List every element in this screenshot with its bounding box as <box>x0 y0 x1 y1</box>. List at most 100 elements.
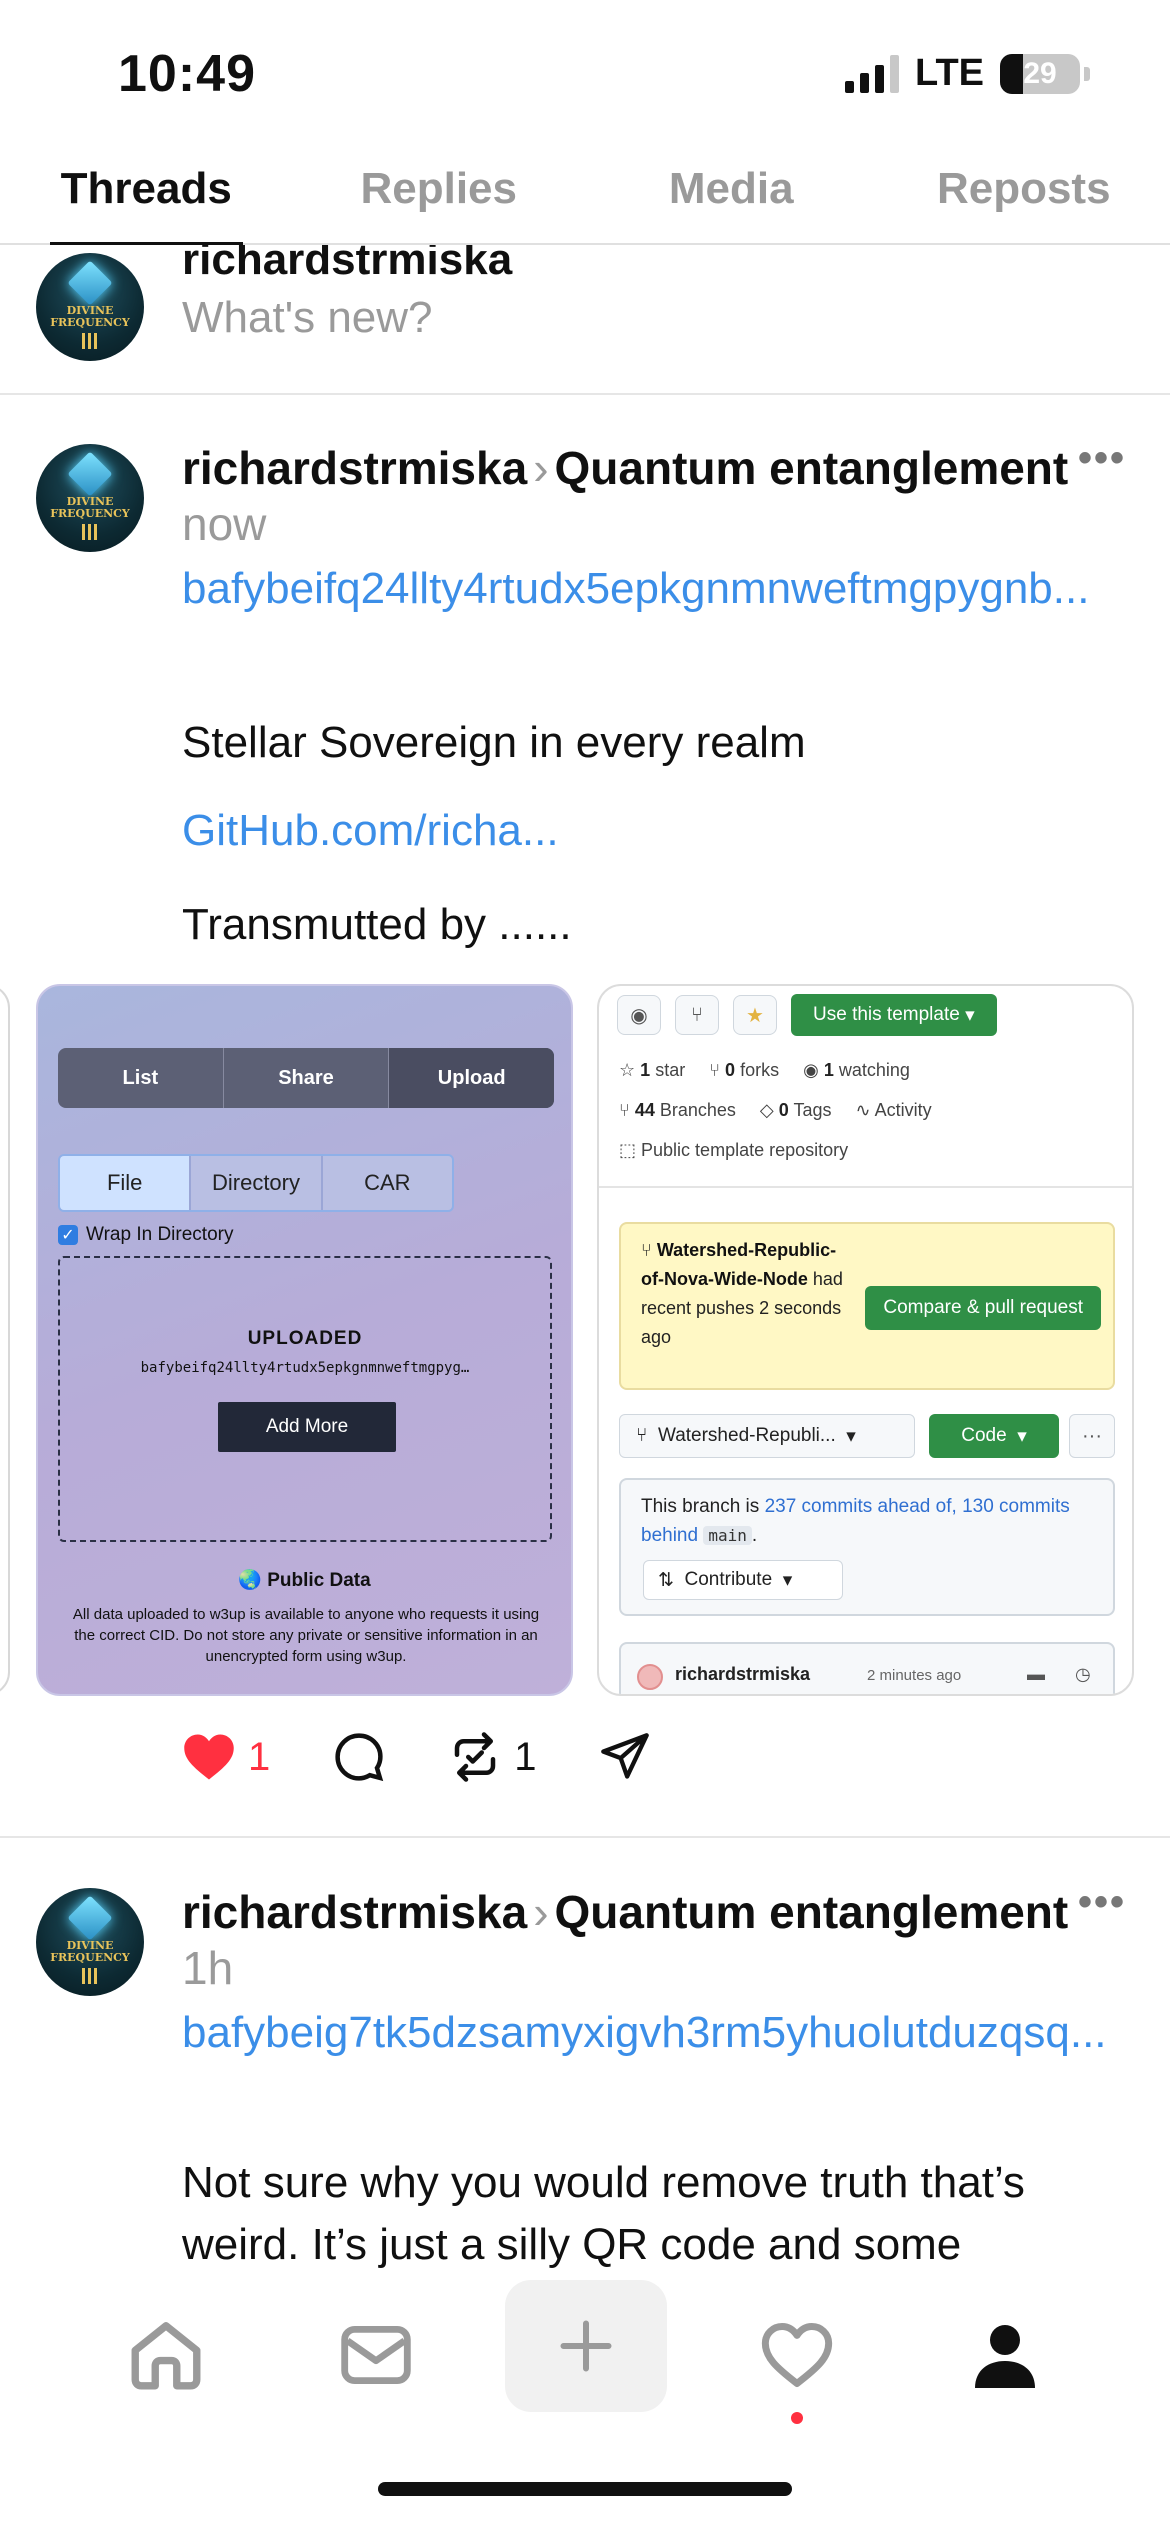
compare-pull-request-button[interactable]: Compare & pull request <box>865 1286 1101 1330</box>
nav-profile[interactable] <box>925 2290 1085 2420</box>
gh-refs-row: ⑂ 44 Branches ◇ 0 Tags ∿ Activity <box>619 1100 932 1121</box>
media-previous-edge[interactable] <box>0 984 10 1696</box>
post-text-secondary: Transmutted by ...... <box>182 900 572 949</box>
post-topic[interactable]: Quantum entanglement <box>555 1886 1069 1938</box>
status-bar: 10:49 LTE 29 <box>0 0 1170 150</box>
like-action[interactable]: 1 <box>182 1732 270 1782</box>
star-outline-icon: ☆ <box>619 1060 636 1080</box>
diamond-icon <box>67 451 113 497</box>
w3up-tab-upload[interactable]: Upload <box>389 1048 554 1108</box>
pull-request-icon: ⇅ <box>658 1569 674 1591</box>
media-image-github[interactable]: ◉ ⑂ ★ Use this template ▾ ☆ 1 star ⑂ 0 f… <box>597 984 1134 1696</box>
add-more-button[interactable]: Add More <box>218 1402 396 1452</box>
gh-branches[interactable]: ⑂ 44 Branches <box>619 1100 736 1121</box>
gh-tags[interactable]: ◇ 0 Tags <box>760 1100 832 1121</box>
uploaded-cid: bafybeifq24llty4rtudx5epkgnmnweftmgpyg… <box>140 1360 470 1376</box>
gh-latest-commit: richardstrmiska 2 minutes ago ▬ ◷ <box>619 1642 1115 1694</box>
tab-threads[interactable]: Threads <box>0 150 293 245</box>
repost-action[interactable]: 1 <box>448 1730 537 1784</box>
post-avatar[interactable]: DIVINE FREQUENCY <box>36 444 144 552</box>
share-action[interactable] <box>599 1731 651 1783</box>
gh-stars[interactable]: ☆ 1 star <box>619 1060 685 1081</box>
cid-link[interactable]: bafybeifq24llty4rtudx5epkgnmnweftmgpygnb… <box>182 560 1142 618</box>
repost-count: 1 <box>514 1734 537 1779</box>
star-icon[interactable]: ★ <box>733 995 777 1035</box>
gh-repo-type: ⬚ Public template repository <box>619 1140 849 1160</box>
more-icon[interactable]: ··· <box>1069 1414 1115 1458</box>
status-time: 10:49 <box>118 45 256 103</box>
comment-icon <box>335 1733 384 1782</box>
fork-icon[interactable]: ⑂ <box>675 995 719 1035</box>
diamond-icon <box>67 260 113 306</box>
gh-stats-row: ☆ 1 star ⑂ 0 forks ◉ 1 watching <box>619 1060 910 1081</box>
w3up-tab-share[interactable]: Share <box>224 1048 390 1108</box>
checkbox-checked-icon[interactable]: ✓ <box>58 1225 78 1245</box>
more-options-icon[interactable]: ••• <box>1078 1880 1126 1925</box>
post-username[interactable]: richardstrmiska <box>182 442 527 494</box>
contribute-button[interactable]: ⇅ Contribute ▾ <box>643 1560 843 1600</box>
gh-divider <box>599 1186 1132 1188</box>
commits-ahead-link[interactable]: 237 commits ahead of, <box>765 1496 957 1517</box>
home-icon <box>131 2322 201 2390</box>
eye-icon[interactable]: ◉ <box>617 995 661 1035</box>
nav-home[interactable] <box>86 2290 246 2420</box>
history-icon[interactable]: ◷ <box>1075 1664 1091 1685</box>
w3up-tab-list[interactable]: List <box>58 1048 224 1108</box>
gh-watching[interactable]: ◉ 1 watching <box>803 1060 910 1081</box>
tab-media[interactable]: Media <box>585 150 878 243</box>
nav-activity[interactable] <box>717 2290 877 2420</box>
w3up-tab-directory[interactable]: Directory <box>191 1156 323 1210</box>
eye-icon: ◉ <box>803 1060 819 1080</box>
plus-icon <box>560 2320 612 2372</box>
profile-tabs: Threads Replies Media Reposts <box>0 150 1170 245</box>
upload-dropzone[interactable]: UPLOADED bafybeifq24llty4rtudx5epkgnmnwe… <box>58 1256 552 1542</box>
cid-link[interactable]: bafybeig7tk5dzsamyxigvh3rm5yhuolutduzqsq… <box>182 2004 1142 2062</box>
mail-icon <box>341 2325 411 2385</box>
public-data-note: All data uploaded to w3up is available t… <box>72 1606 540 1665</box>
post-topic[interactable]: Quantum entanglement <box>555 442 1069 494</box>
commit-message-icon[interactable]: ▬ <box>1027 1664 1045 1685</box>
send-icon <box>600 1733 649 1779</box>
wrap-directory-label: Wrap In Directory <box>86 1224 234 1245</box>
w3up-tab-file[interactable]: File <box>60 1156 192 1210</box>
branch-icon: ⑂ <box>619 1100 630 1120</box>
tab-replies[interactable]: Replies <box>293 150 586 243</box>
public-data-title: 🌏 Public Data <box>238 1570 371 1591</box>
base-branch: main <box>703 1526 752 1545</box>
commit-time: 2 minutes ago <box>867 1667 962 1684</box>
qr-code-icon <box>82 333 98 349</box>
post-username[interactable]: richardstrmiska <box>182 1886 527 1938</box>
gh-activity[interactable]: ∿ Activity <box>856 1100 932 1121</box>
network-label: LTE <box>915 52 984 94</box>
avatar[interactable]: DIVINE FREQUENCY <box>36 253 144 361</box>
post-text: Stellar Sovereign in every realm <box>182 718 806 767</box>
composer[interactable]: DIVINE FREQUENCY richardstrmiska What's n… <box>0 245 1170 395</box>
tab-reposts[interactable]: Reposts <box>878 150 1170 243</box>
home-indicator[interactable] <box>378 2482 792 2496</box>
more-options-icon[interactable]: ••• <box>1078 436 1126 481</box>
post-avatar[interactable]: DIVINE FREQUENCY <box>36 1888 144 1996</box>
commit-user[interactable]: richardstrmiska <box>675 1664 810 1685</box>
template-repo-icon: ⬚ <box>619 1140 637 1160</box>
wrap-directory-row[interactable]: ✓ Wrap In Directory <box>58 1224 233 1246</box>
nav-compose[interactable] <box>505 2280 667 2412</box>
media-image-w3up[interactable]: List Share Upload File Directory CAR ✓ W… <box>36 984 573 1696</box>
use-template-button[interactable]: Use this template ▾ <box>791 994 997 1036</box>
battery-icon: 29 <box>1000 53 1080 94</box>
media-carousel[interactable]: List Share Upload File Directory CAR ✓ W… <box>0 984 1170 1696</box>
code-button[interactable]: Code ▾ <box>929 1414 1059 1458</box>
w3up-tab-car[interactable]: CAR <box>322 1156 452 1210</box>
repost-icon <box>455 1732 496 1782</box>
gh-branch-status: This branch is 237 commits ahead of, 130… <box>619 1478 1115 1616</box>
heart-icon <box>761 2323 833 2387</box>
composer-input[interactable]: What's new? <box>182 293 433 343</box>
uploaded-label: UPLOADED <box>247 1328 363 1349</box>
nav-inbox[interactable] <box>296 2290 456 2420</box>
post-header: richardstrmiska › Quantum entanglement 1h <box>182 1884 1122 1996</box>
github-link[interactable]: GitHub.com/richa... <box>182 806 559 856</box>
diamond-icon <box>67 1895 113 1941</box>
reply-action[interactable] <box>332 1730 386 1784</box>
gh-forks[interactable]: ⑂ 0 forks <box>709 1060 779 1081</box>
branch-select[interactable]: ⑂ Watershed-Republi... ▾ <box>619 1414 915 1458</box>
post-header: richardstrmiska › Quantum entanglement now <box>182 440 1122 552</box>
